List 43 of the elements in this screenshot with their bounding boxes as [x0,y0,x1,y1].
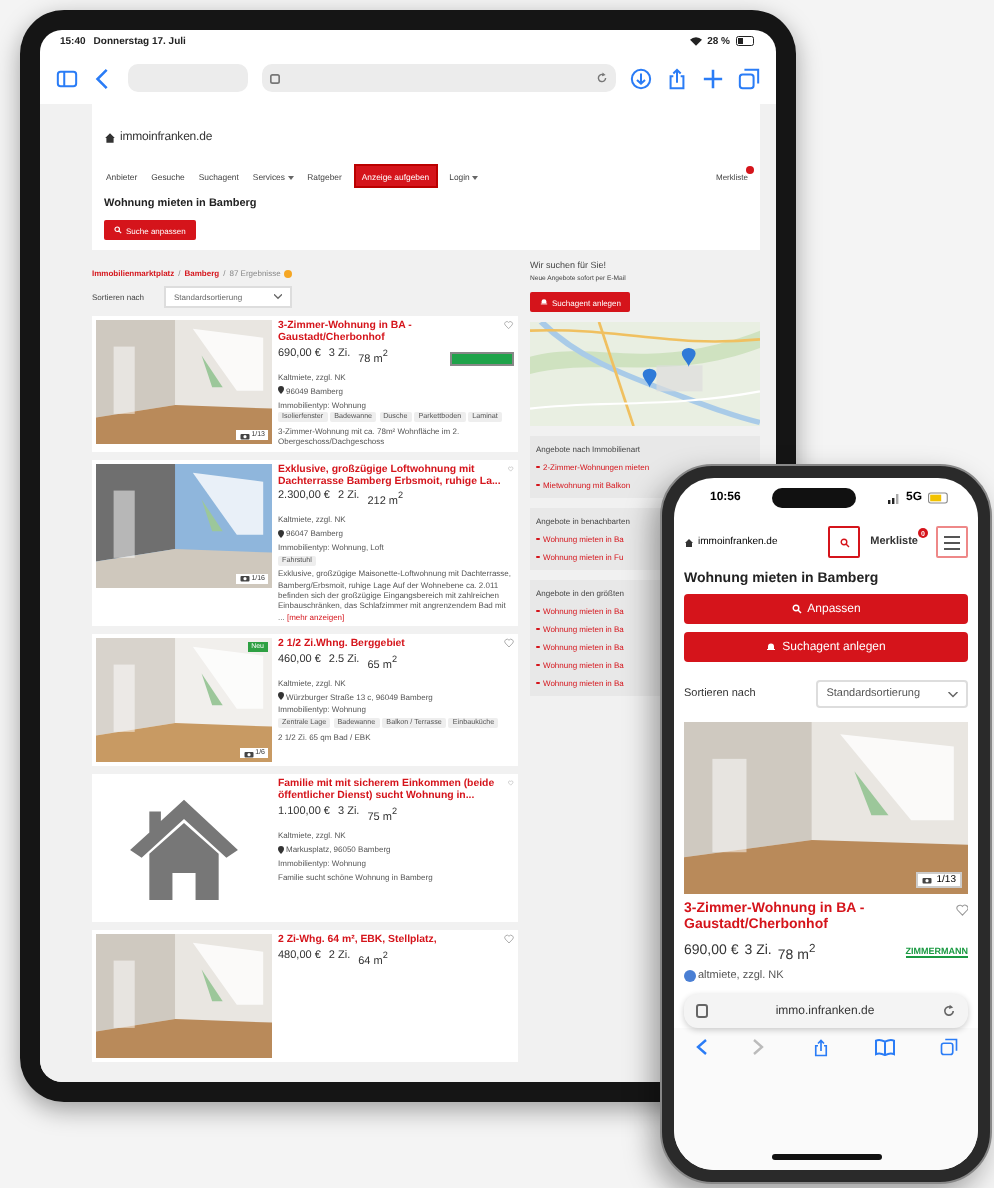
back-icon[interactable] [694,1038,708,1056]
heart-icon[interactable] [504,934,514,945]
search-button[interactable] [828,526,861,558]
caret-icon [287,175,294,179]
location-icon [278,529,284,538]
reload-icon[interactable] [941,1004,956,1018]
share-icon[interactable] [666,67,688,89]
house-icon [104,132,116,144]
location-icon [278,692,284,701]
camera-notch [772,488,857,508]
reload-icon[interactable] [596,72,608,84]
search-icon [791,604,802,614]
battery-icon [928,492,950,504]
page-icon [696,1004,708,1018]
location-icon [278,386,284,395]
battery-icon [736,36,756,46]
chevron-icon [948,691,958,697]
heart-icon[interactable] [504,320,514,330]
house-icon [684,537,694,547]
signal-icon [887,493,900,503]
heart-icon[interactable] [955,902,968,918]
tabs-icon[interactable] [738,67,760,89]
page-icon [270,73,280,83]
menu-icon [944,535,960,549]
search-icon [839,537,850,547]
caret-icon [472,175,479,179]
menu-button[interactable] [936,526,968,558]
agent-logo [450,351,514,366]
house-icon [126,796,242,901]
tabs-icon[interactable] [940,1038,958,1056]
bell-icon [540,298,548,306]
sidebar-icon[interactable] [56,67,78,89]
notification-dot [746,165,754,173]
heart-icon[interactable] [504,638,514,649]
download-icon[interactable] [630,67,652,89]
bell-icon [766,642,777,652]
share-icon[interactable] [811,1038,829,1058]
search-icon [114,226,122,234]
location-icon [278,845,284,853]
plus-icon[interactable] [702,67,724,89]
bookmarks-icon[interactable] [873,1038,896,1056]
wifi-icon [689,36,702,46]
chevron-icon [274,294,283,300]
